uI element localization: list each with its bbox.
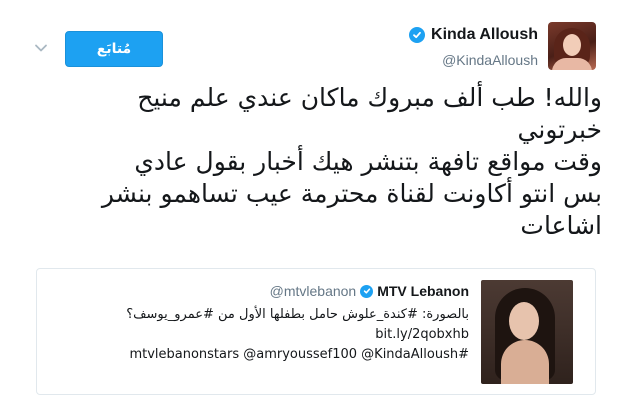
quoted-author-handle: @mtvlebanon [269,283,357,299]
avatar-face [563,34,581,56]
tweet-text: والله! طب ألف مبروك ماكان عندي علم منيح … [30,82,602,242]
tweet-line: وقت مواقع تافهة بتنشر هيك أخبار بقول عاد… [134,147,602,176]
author-display-name[interactable]: Kinda Alloush [431,26,538,44]
author-name-row[interactable]: Kinda Alloush [409,26,538,44]
quoted-line: بالصورة: #كندة_علوش حامل بطفلها الأول من… [126,307,469,322]
thumb-neck [501,340,549,384]
quoted-author-name: MTV Lebanon [377,283,469,299]
follow-button[interactable]: مُتابَع [65,31,163,67]
chevron-down-icon[interactable] [34,41,48,55]
quoted-tweet[interactable]: @mtvlebanon MTV Lebanon بالصورة: #كندة_ع… [36,268,596,395]
tweet-line: بس انتو أكاونت لقناة محترمة عيب تساهمو ب… [101,179,602,208]
tweet-line: والله! طب ألف مبروك ماكان عندي علم منيح [137,83,602,112]
quoted-tweet-image[interactable] [481,280,573,384]
verified-badge-icon [360,284,374,298]
tweet-line: اشاعات [520,211,602,240]
thumb-face [509,302,539,340]
quoted-link: bit.ly/2qobxhb [375,327,469,342]
quoted-tweet-header: @mtvlebanon MTV Lebanon [270,283,469,299]
quoted-line: #mtvlebanonstars @amryoussef100 @KindaAl… [129,347,469,362]
avatar-shoulders [552,58,592,70]
avatar[interactable] [548,22,596,70]
quoted-tweet-text: بالصورة: #كندة_علوش حامل بطفلها الأول من… [126,305,469,365]
tweet-card: Kinda Alloush @KindaAlloush مُتابَع والل… [0,0,629,401]
tweet-line: خبرتوني [517,115,602,144]
verified-badge-icon [409,27,426,43]
author-handle[interactable]: @KindaAlloush [442,52,538,68]
